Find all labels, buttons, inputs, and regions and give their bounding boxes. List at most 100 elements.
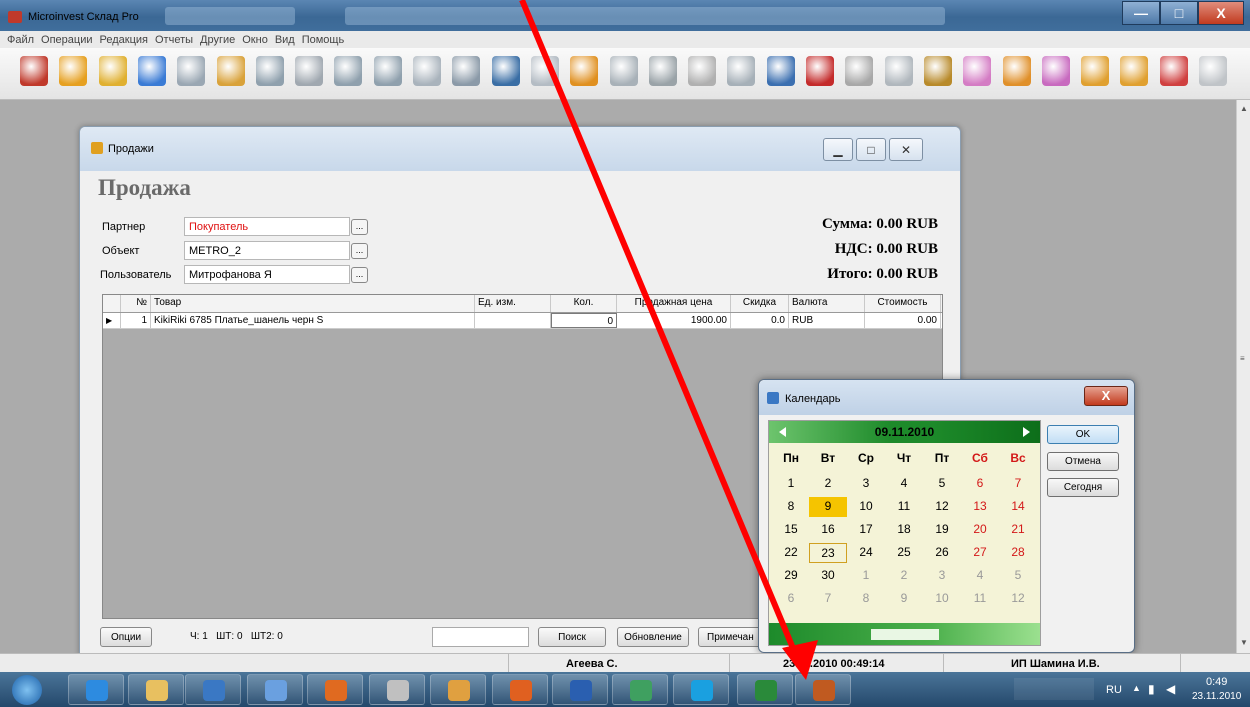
sale-icon[interactable] xyxy=(59,56,88,86)
invoice2-icon[interactable] xyxy=(1081,56,1110,86)
calendar-day[interactable]: 19 xyxy=(923,520,961,540)
calendar-day[interactable]: 26 xyxy=(923,543,961,563)
taskbar-button[interactable] xyxy=(247,674,303,705)
calendar-icon[interactable] xyxy=(963,56,992,86)
taskbar-button[interactable] xyxy=(612,674,668,705)
tools-icon[interactable] xyxy=(806,56,834,86)
edit-icon[interactable] xyxy=(609,56,638,86)
column-qty[interactable]: Кол. xyxy=(551,295,617,312)
invoice-icon[interactable] xyxy=(1002,56,1031,86)
menu-reports[interactable]: Отчеты xyxy=(155,34,193,46)
menu-view[interactable]: Вид xyxy=(275,34,295,46)
maximize-button[interactable]: □ xyxy=(1160,1,1198,25)
language-indicator[interactable]: RU xyxy=(1106,684,1122,696)
close-button[interactable]: X xyxy=(1198,1,1244,25)
cell-qty[interactable]: 0 xyxy=(551,313,617,328)
payment-icon[interactable] xyxy=(334,56,363,86)
taskbar-button[interactable] xyxy=(128,674,184,705)
next-month-icon[interactable] xyxy=(1023,427,1030,437)
calendar-day[interactable]: 28 xyxy=(999,543,1037,563)
vertical-scrollbar[interactable]: ▲ ≡ ▼ xyxy=(1236,100,1250,653)
partner-icon[interactable] xyxy=(648,56,677,86)
new-doc-icon[interactable] xyxy=(1199,56,1227,86)
taskbar-button[interactable] xyxy=(737,674,793,705)
calendar-day[interactable]: 3 xyxy=(847,474,885,494)
calendar-day[interactable]: 10 xyxy=(923,589,961,609)
taskbar-button[interactable] xyxy=(369,674,425,705)
start-button[interactable] xyxy=(12,675,42,705)
search-input[interactable] xyxy=(432,627,529,647)
transfer-icon[interactable] xyxy=(177,56,206,86)
refund-icon[interactable] xyxy=(255,56,284,86)
taskbar-button[interactable] xyxy=(307,674,363,705)
calendar2-icon[interactable] xyxy=(1041,56,1070,86)
calendar-day[interactable]: 4 xyxy=(961,566,999,586)
column-price[interactable]: Продажная цена xyxy=(617,295,731,312)
cash-icon[interactable] xyxy=(413,56,441,86)
calendar-day[interactable]: 9 xyxy=(885,589,923,609)
column-unit[interactable]: Ед. изм. xyxy=(475,295,551,312)
calendar-day[interactable]: 12 xyxy=(999,589,1037,609)
cell-product[interactable]: KikiRiki 6785 Платье_шанель черн S xyxy=(151,313,475,328)
calendar-day[interactable]: 21 xyxy=(999,520,1037,540)
today-indicator[interactable] xyxy=(871,629,939,640)
minimize-button[interactable]: — xyxy=(1122,1,1160,25)
monitor-icon[interactable] xyxy=(491,56,520,86)
clock-time[interactable]: 0:49 xyxy=(1206,676,1227,688)
calendar-day[interactable]: 1 xyxy=(847,566,885,586)
options-button[interactable]: Опции xyxy=(100,627,152,647)
calendar-day[interactable]: 8 xyxy=(847,589,885,609)
taskbar-button[interactable] xyxy=(68,674,124,705)
partner-field[interactable]: Покупатель xyxy=(184,217,350,236)
production-icon[interactable] xyxy=(137,56,166,86)
calendar-day[interactable]: 12 xyxy=(923,497,961,517)
column-num[interactable]: № xyxy=(121,295,151,312)
menu-help[interactable]: Помощь xyxy=(302,34,345,46)
return-icon[interactable] xyxy=(216,56,245,86)
calendar-day[interactable]: 7 xyxy=(809,589,847,609)
cancel-button[interactable]: Отмена xyxy=(1047,452,1119,471)
calendar-day[interactable]: 6 xyxy=(961,474,999,494)
calendar-day[interactable]: 14 xyxy=(999,497,1037,517)
objects-icon[interactable] xyxy=(727,56,756,86)
scroll-up-icon[interactable]: ▲ xyxy=(1240,104,1248,113)
exit-icon[interactable] xyxy=(20,56,48,86)
taskbar-button[interactable] xyxy=(795,674,851,705)
calendar-day[interactable]: 27 xyxy=(961,543,999,563)
show-hidden-icon[interactable]: ▲ xyxy=(1132,683,1141,693)
calendar-day[interactable]: 10 xyxy=(847,497,885,517)
object-browse-button[interactable]: ... xyxy=(351,243,368,259)
taskbar-button[interactable] xyxy=(673,674,729,705)
ok-button[interactable]: OK xyxy=(1047,425,1119,444)
network-icon[interactable]: ▮ xyxy=(1148,682,1155,696)
goods-icon[interactable] xyxy=(688,56,717,86)
calendar-day[interactable]: 22 xyxy=(772,543,810,563)
menu-file[interactable]: Файл xyxy=(7,34,34,46)
calendar-day[interactable]: 15 xyxy=(772,520,810,540)
column-currency[interactable]: Валюта xyxy=(789,295,865,312)
users-icon[interactable] xyxy=(766,56,795,86)
calendar-day[interactable]: 6 xyxy=(772,589,810,609)
today-button[interactable]: Сегодня xyxy=(1047,478,1119,497)
refresh-icon[interactable] xyxy=(1159,56,1188,86)
taskbar-button[interactable] xyxy=(430,674,486,705)
menu-other[interactable]: Другие xyxy=(200,34,235,46)
column-product[interactable]: Товар xyxy=(151,295,475,312)
clock-date[interactable]: 23.11.2010 xyxy=(1192,691,1241,702)
calendar-close-button[interactable]: X xyxy=(1084,386,1128,406)
calendar-day[interactable]: 8 xyxy=(772,497,810,517)
search-button[interactable]: Поиск xyxy=(538,627,606,647)
calendar-day[interactable]: 24 xyxy=(847,543,885,563)
cell-price[interactable]: 1900.00 xyxy=(617,313,731,328)
calendar-day[interactable]: 2 xyxy=(809,474,847,494)
cashier-icon[interactable] xyxy=(452,56,481,86)
calendar-day[interactable]: 3 xyxy=(923,566,961,586)
calendar-day[interactable]: 23 xyxy=(809,543,847,563)
settings-icon[interactable] xyxy=(923,56,952,86)
delivery-icon[interactable] xyxy=(98,56,127,86)
reports-icon[interactable] xyxy=(845,56,874,86)
column-cost[interactable]: Стоимость xyxy=(865,295,941,312)
calendar-day[interactable]: 13 xyxy=(961,497,999,517)
calendar-day[interactable]: 25 xyxy=(885,543,923,563)
calendar-day[interactable]: 4 xyxy=(885,474,923,494)
